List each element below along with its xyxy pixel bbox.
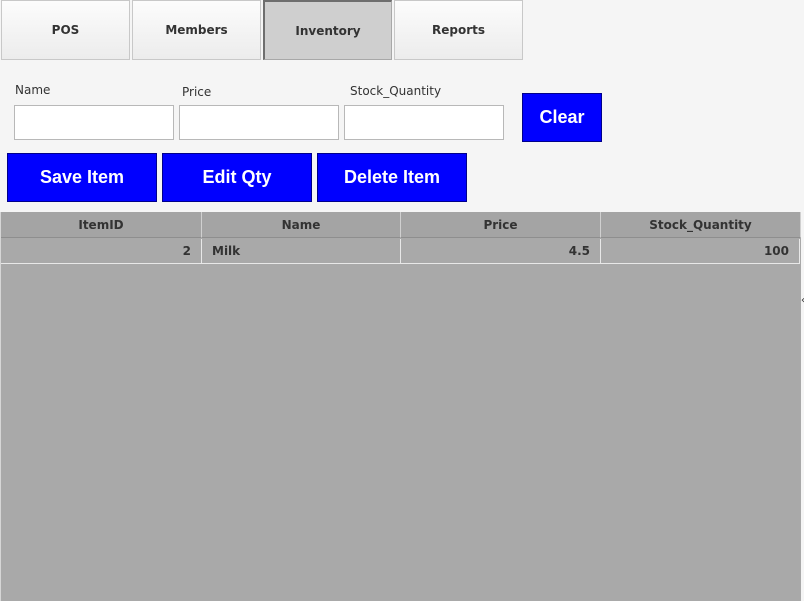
column-header-itemid[interactable]: ItemID: [1, 212, 202, 238]
tab-label: Members: [165, 23, 228, 37]
inventory-table: ItemID Name Price Stock_Quantity 2 Milk …: [0, 212, 801, 601]
cell-name[interactable]: Milk: [202, 239, 401, 264]
cell-price[interactable]: 4.5: [401, 239, 601, 264]
name-field-label: Name: [15, 83, 51, 97]
tab-reports[interactable]: Reports: [394, 0, 523, 60]
clear-button-label: Clear: [539, 107, 585, 127]
column-header-name[interactable]: Name: [202, 212, 401, 238]
cell-itemid[interactable]: 2: [1, 239, 202, 264]
price-field-label: Price: [182, 85, 212, 99]
delete-item-button-label: Delete Item: [343, 167, 441, 187]
edit-qty-button-label: Edit Qty: [202, 167, 272, 187]
name-input[interactable]: [14, 105, 174, 140]
cell-stock-quantity[interactable]: 100: [601, 239, 800, 264]
column-header-price[interactable]: Price: [401, 212, 601, 238]
stock-quantity-field-label: Stock_Quantity: [350, 84, 442, 98]
tab-label: POS: [51, 23, 80, 37]
column-header-stock-quantity[interactable]: Stock_Quantity: [601, 212, 801, 238]
delete-item-button[interactable]: Delete Item: [317, 153, 467, 202]
save-item-button-label: Save Item: [39, 167, 125, 187]
tab-members[interactable]: Members: [132, 0, 261, 60]
price-input[interactable]: [179, 105, 339, 140]
stock-quantity-input[interactable]: [344, 105, 504, 140]
tab-pos[interactable]: POS: [1, 0, 130, 60]
tab-label: Reports: [431, 23, 485, 37]
save-item-button[interactable]: Save Item: [7, 153, 157, 202]
edit-qty-button[interactable]: Edit Qty: [162, 153, 312, 202]
tab-label: Inventory: [295, 23, 361, 38]
clear-button[interactable]: Clear: [522, 93, 602, 142]
tab-inventory[interactable]: Inventory: [263, 0, 392, 60]
inventory-app: POS Members Inventory Reports Name Price…: [0, 0, 804, 601]
